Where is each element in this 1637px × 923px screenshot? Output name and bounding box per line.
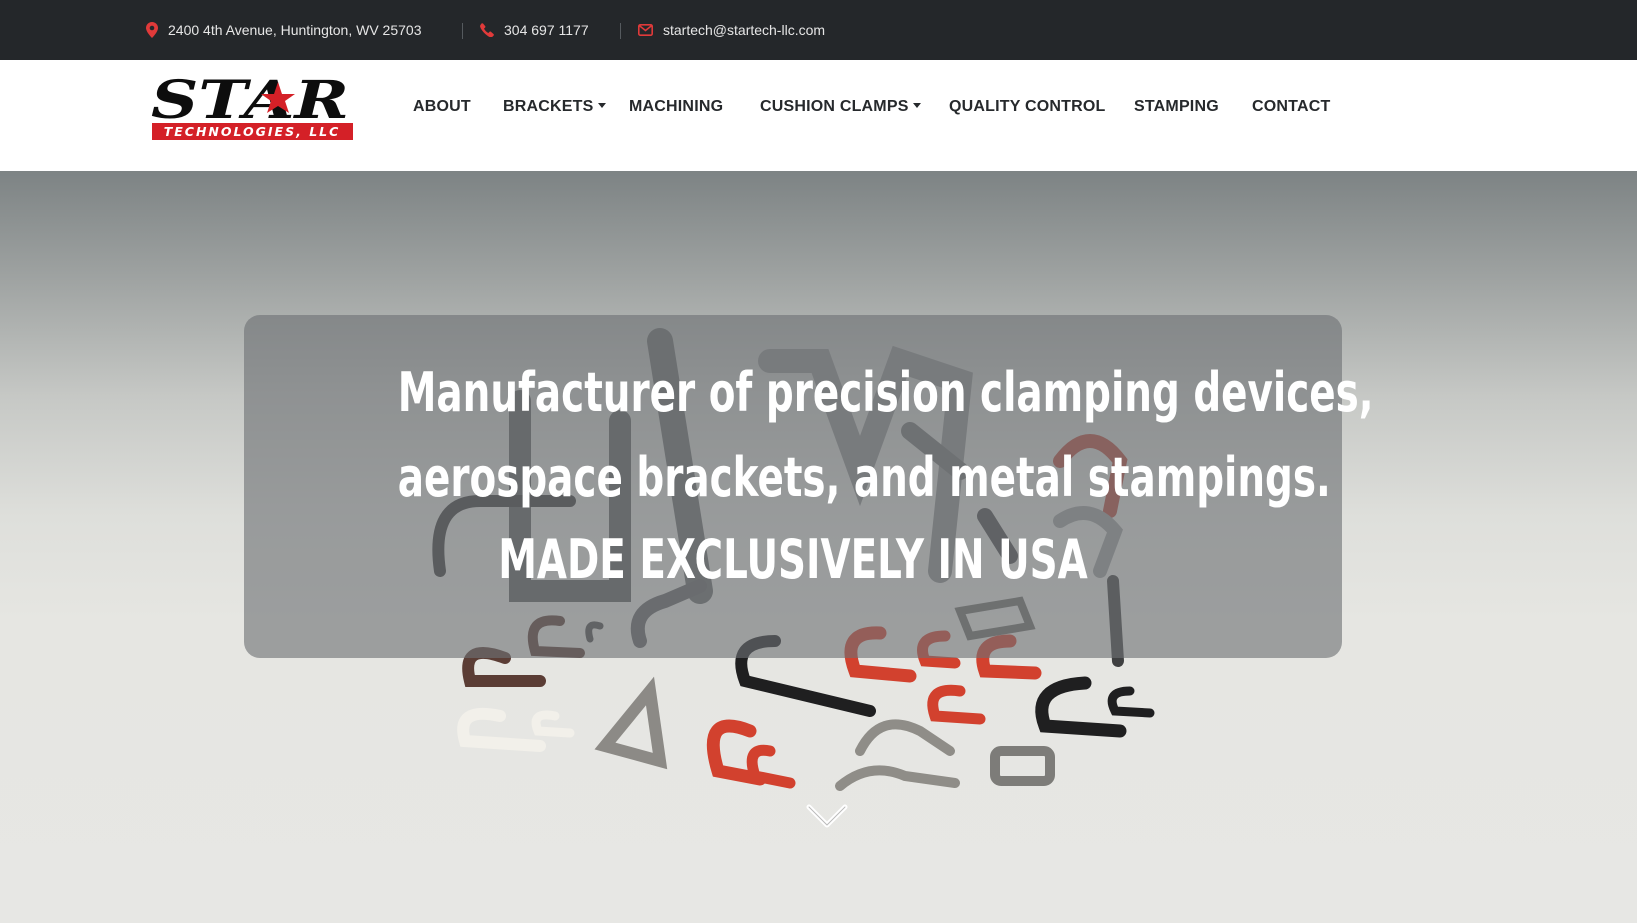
hero-headline-line1: Manufacturer of precision clamping devic… (397, 361, 1374, 424)
top-contact-bar: 2400 4th Avenue, Huntington, WV 25703 30… (0, 0, 1637, 60)
chevron-down-icon[interactable] (805, 801, 849, 831)
nav-brackets-dropdown[interactable]: BRACKETS (503, 98, 606, 116)
email-text[interactable]: startech@startech-llc.com (663, 22, 825, 38)
nav-about[interactable]: ABOUT (413, 98, 471, 116)
nav-cushion-clamps-dropdown[interactable]: CUSHION CLAMPS (760, 98, 921, 116)
star-technologies-logo[interactable]: STAR TECHNOLOGIES, LLC (150, 74, 355, 144)
hero-headline-line2: aerospace brackets, and metal stampings. (397, 446, 1331, 509)
caret-down-icon (912, 103, 921, 108)
hero-section: Manufacturer of precision clamping devic… (0, 171, 1637, 923)
envelope-icon (638, 24, 653, 36)
divider (462, 23, 463, 39)
phone-text[interactable]: 304 697 1177 (504, 22, 589, 38)
divider (620, 23, 621, 39)
nav-stamping[interactable]: STAMPING (1134, 98, 1219, 116)
svg-text:STAR: STAR (151, 74, 349, 131)
phone-item[interactable]: 304 697 1177 (480, 0, 589, 60)
nav-machining[interactable]: MACHINING (629, 98, 723, 116)
nav-contact[interactable]: CONTACT (1252, 98, 1330, 116)
caret-down-icon (597, 103, 606, 108)
map-marker-icon (146, 22, 158, 38)
phone-icon (480, 23, 494, 37)
svg-text:TECHNOLOGIES, LLC: TECHNOLOGIES, LLC (164, 124, 341, 139)
main-navbar: STAR TECHNOLOGIES, LLC ABOUT BRACKETS MA… (0, 60, 1637, 171)
hero-tagline: MADE EXCLUSIVELY IN USA (498, 528, 1088, 591)
address-item: 2400 4th Avenue, Huntington, WV 25703 (146, 0, 422, 60)
email-item[interactable]: startech@startech-llc.com (638, 0, 825, 60)
nav-quality-control[interactable]: QUALITY CONTROL (949, 98, 1105, 116)
address-text: 2400 4th Avenue, Huntington, WV 25703 (168, 22, 422, 38)
